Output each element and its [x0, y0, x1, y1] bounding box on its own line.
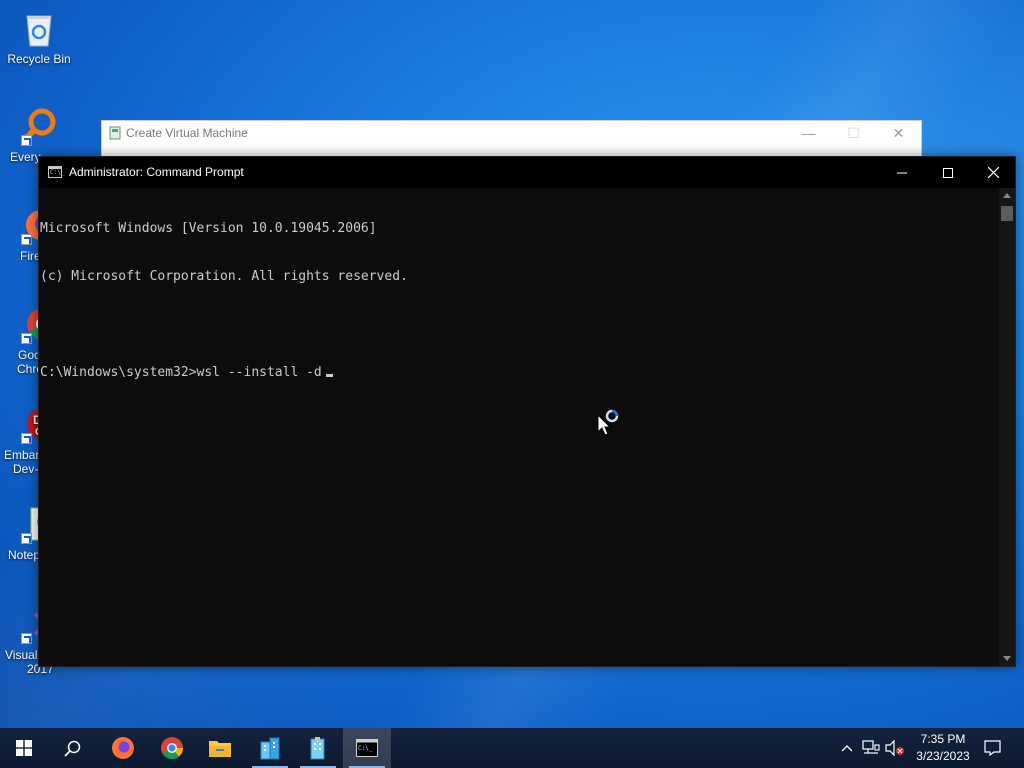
shortcut-arrow-icon [21, 533, 32, 544]
maximize-button[interactable] [925, 157, 971, 188]
building-app-icon [310, 737, 325, 760]
window-titlebar[interactable]: C:\_ Administrator: Command Prompt [39, 157, 1015, 188]
cmd-icon: C:\_ [356, 739, 378, 757]
window-title: Administrator: Command Prompt [69, 165, 244, 179]
firefox-button[interactable] [99, 728, 147, 768]
text-cursor [325, 374, 333, 377]
volume-muted-icon [885, 740, 904, 756]
command-prompt-button[interactable]: C:\_ [343, 728, 391, 768]
app-building-1-button[interactable] [246, 728, 294, 768]
maximize-icon [943, 167, 953, 178]
minimize-button[interactable]: — [786, 121, 831, 145]
cmd-icon: C:\_ [48, 166, 64, 178]
minimize-button[interactable] [879, 157, 925, 188]
clock-time: 7:35 PM [920, 732, 966, 746]
close-button[interactable] [970, 157, 1016, 188]
console-line: Microsoft Windows [Version 10.0.19045.20… [40, 221, 377, 236]
create-virtual-machine-window[interactable]: Create Virtual Machine — ☐ ✕ [101, 120, 922, 158]
virtual-machine-app-icon [109, 126, 121, 140]
scrollbar-thumb[interactable] [1001, 206, 1013, 221]
building-app-icon [260, 737, 280, 760]
shortcut-arrow-icon [21, 433, 32, 444]
everything-search-icon [19, 106, 59, 146]
console-output[interactable]: Microsoft Windows [Version 10.0.19045.20… [39, 188, 999, 666]
chrome-icon [161, 737, 184, 759]
scroll-down-icon[interactable] [1003, 656, 1011, 661]
clock[interactable]: 7:35 PM 3/23/2023 [908, 731, 978, 765]
svg-text:C:\_: C:\_ [358, 745, 373, 752]
action-center-button[interactable] [976, 728, 1008, 768]
close-icon [987, 167, 999, 178]
folder-icon [209, 741, 231, 757]
network-button[interactable] [860, 728, 882, 768]
chevron-up-icon [841, 745, 853, 752]
start-button[interactable] [0, 728, 48, 768]
shortcut-arrow-icon [21, 333, 32, 344]
app-building-2-button[interactable] [294, 728, 342, 768]
firefox-icon [112, 737, 134, 759]
console-input-line[interactable]: C:\Windows\system32>wsl --install -d [40, 365, 999, 381]
vertical-scrollbar[interactable] [999, 188, 1015, 666]
maximize-button[interactable]: ☐ [831, 121, 876, 145]
file-explorer-button[interactable] [196, 728, 244, 768]
show-hidden-icons-button[interactable] [836, 728, 858, 768]
windows-logo-icon [16, 740, 32, 756]
notification-icon [983, 740, 1001, 756]
search-button[interactable] [48, 728, 96, 768]
taskbar: C:\_ 7:35 PM 3/23/2023 [0, 728, 1024, 768]
volume-button[interactable] [884, 728, 906, 768]
desktop-icon-recycle-bin[interactable]: Recycle Bin [0, 8, 78, 66]
scroll-up-icon[interactable] [1003, 193, 1011, 198]
shortcut-arrow-icon [21, 633, 32, 644]
network-icon [862, 740, 880, 754]
search-icon [63, 740, 80, 757]
minimize-icon [897, 172, 907, 173]
command-text: C:\Windows\system32>wsl --install -d [40, 365, 322, 380]
console-line: (c) Microsoft Corporation. All rights re… [40, 269, 408, 284]
recycle-bin-icon [19, 8, 59, 48]
shortcut-arrow-icon [21, 135, 32, 146]
clock-date: 3/23/2023 [916, 749, 970, 763]
chrome-button[interactable] [148, 728, 196, 768]
window-title: Create Virtual Machine [126, 126, 248, 140]
desktop-icon-label: Recycle Bin [7, 52, 71, 66]
close-button[interactable]: ✕ [876, 121, 921, 145]
shortcut-arrow-icon [21, 234, 32, 245]
mouse-busy-cursor-icon [597, 409, 619, 436]
command-prompt-window[interactable]: C:\_ Administrator: Command Prompt Micro… [38, 156, 1016, 667]
